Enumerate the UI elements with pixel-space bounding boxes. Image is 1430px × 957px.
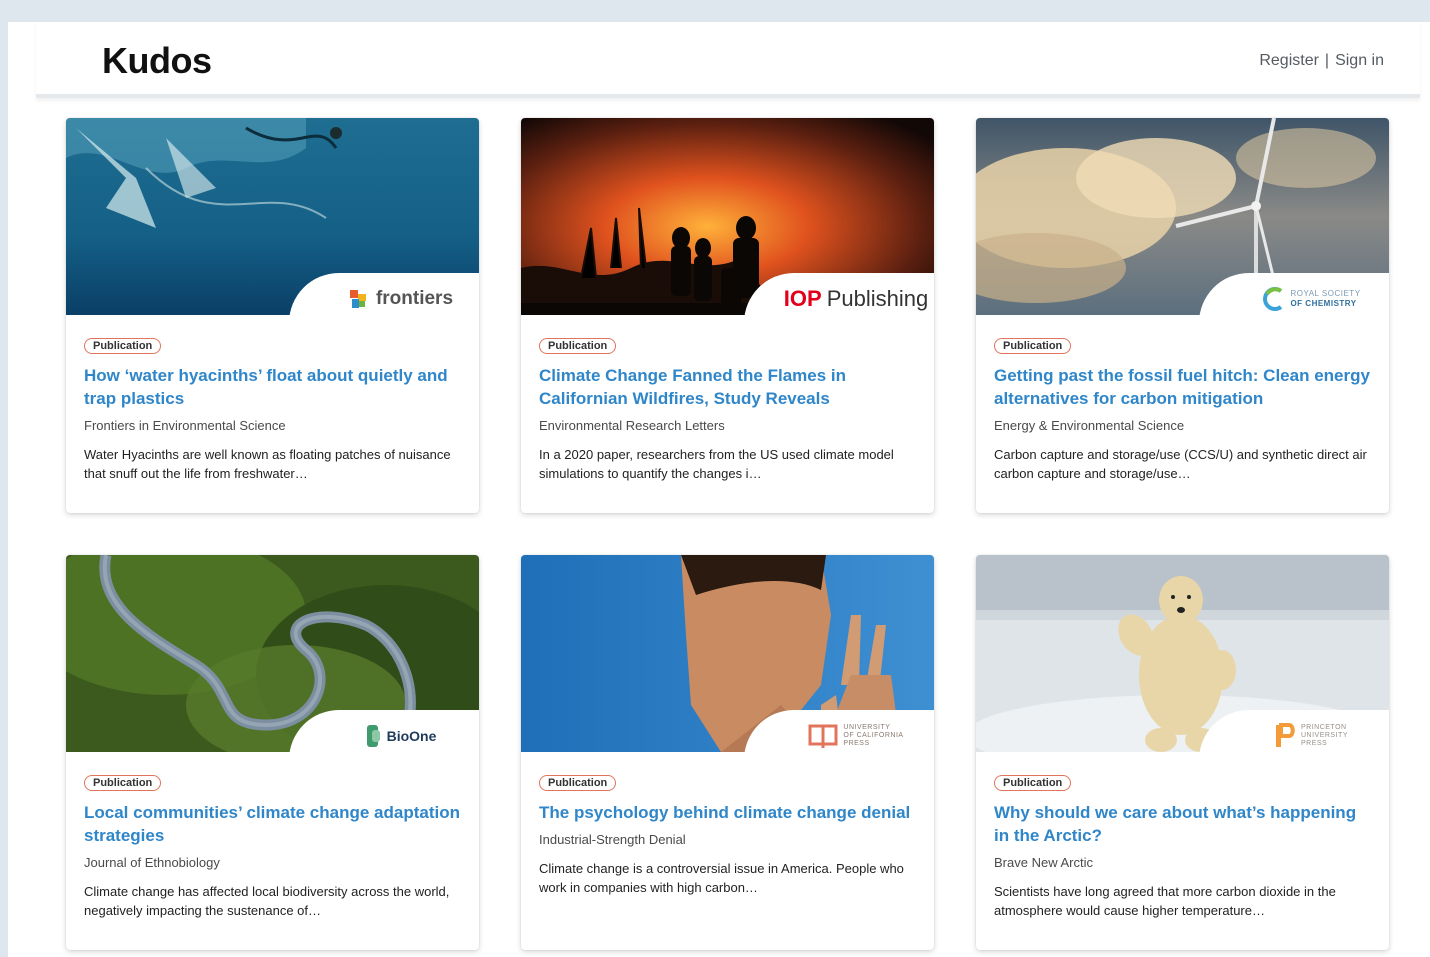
publisher-logo: ROYAL SOCIETY OF CHEMISTRY (1199, 273, 1389, 325)
card-summary: Climate change has affected local biodiv… (84, 884, 450, 918)
sign-in-link[interactable]: Sign in (1335, 52, 1384, 69)
publication-badge: Publication (994, 338, 1072, 354)
publisher-name-line1: ROYAL SOCIETY (1290, 289, 1361, 298)
publication-badge: Publication (994, 775, 1072, 791)
publisher-name-line2: OF CHEMISTRY (1290, 299, 1357, 308)
auth-separator: | (1324, 52, 1330, 69)
top-bar: Kudos Register | Sign in (36, 22, 1420, 98)
brand-logo[interactable]: Kudos (102, 40, 212, 82)
journal-name: Journal of Ethnobiology (84, 855, 220, 870)
publisher-name-line1: PRINCETON (1300, 724, 1347, 731)
card-title[interactable]: Getting past the fossil fuel hitch: Clea… (994, 364, 1371, 410)
frontiers-logo-icon (349, 290, 366, 308)
publisher-logo: BioOne (289, 710, 479, 762)
journal-name: Brave New Arctic (994, 855, 1093, 870)
publication-card[interactable]: PRINCETON UNIVERSITY PRESS Publication W… (976, 555, 1389, 950)
card-summary: In a 2020 paper, researchers from the US… (539, 447, 894, 481)
card-summary: Carbon capture and storage/use (CCS/U) a… (994, 447, 1367, 481)
publication-card[interactable]: frontiers Publication How ‘water hyacint… (66, 118, 479, 513)
rsc-logo-icon (1263, 287, 1283, 311)
card-summary: Climate change is a controversial issue … (539, 861, 904, 895)
publisher-name: Publishing (826, 286, 929, 311)
publisher-name: BioOne (386, 728, 437, 744)
publisher-logo: IOP Publishing (744, 273, 934, 325)
publication-card[interactable]: BioOne Publication Local communities’ cl… (66, 555, 479, 950)
publication-badge: Publication (539, 338, 617, 354)
journal-name: Industrial-Strength Denial (539, 832, 686, 847)
card-title[interactable]: Local communities’ climate change adapta… (84, 801, 461, 847)
publication-card[interactable]: UNIVERSITY OF CALIFORNIA PRESS Publicati… (521, 555, 934, 950)
princeton-press-logo-icon (1275, 723, 1295, 747)
iop-logo-mark: IOP (783, 286, 822, 311)
publication-badge: Publication (539, 775, 617, 791)
card-title[interactable]: The psychology behind climate change den… (539, 801, 916, 824)
publication-card[interactable]: ROYAL SOCIETY OF CHEMISTRY Publication G… (976, 118, 1389, 513)
card-title[interactable]: Why should we care about what’s happenin… (994, 801, 1371, 847)
journal-name: Frontiers in Environmental Science (84, 418, 286, 433)
card-title[interactable]: Climate Change Fanned the Flames in Cali… (539, 364, 916, 410)
publisher-logo: frontiers (289, 273, 479, 325)
publisher-name-line3: PRESS (1300, 740, 1328, 747)
publication-badge: Publication (84, 338, 162, 354)
publication-badge: Publication (84, 775, 162, 791)
publisher-logo: UNIVERSITY OF CALIFORNIA PRESS (744, 710, 934, 762)
uc-press-logo-icon (808, 724, 838, 748)
publisher-name-line3: PRESS (843, 740, 870, 747)
auth-links: Register | Sign in (1259, 52, 1384, 70)
publisher-name-line1: UNIVERSITY (843, 724, 891, 731)
card-summary: Scientists have long agreed that more ca… (994, 884, 1336, 918)
journal-name: Environmental Research Letters (539, 418, 725, 433)
publisher-name-line2: OF CALIFORNIA (843, 732, 904, 739)
card-title[interactable]: How ‘water hyacinths’ float about quietl… (84, 364, 461, 410)
register-link[interactable]: Register (1259, 52, 1319, 69)
publication-card[interactable]: IOP Publishing Publication Climate Chang… (521, 118, 934, 513)
publisher-logo: PRINCETON UNIVERSITY PRESS (1199, 710, 1389, 762)
journal-name: Energy & Environmental Science (994, 418, 1185, 433)
page: Kudos Register | Sign in frontiers Publi… (8, 22, 1430, 957)
publisher-name: frontiers (375, 288, 454, 309)
publisher-name-line2: UNIVERSITY (1300, 732, 1348, 739)
card-summary: Water Hyacinths are well known as floati… (84, 447, 451, 481)
bioone-logo-icon (366, 725, 380, 747)
